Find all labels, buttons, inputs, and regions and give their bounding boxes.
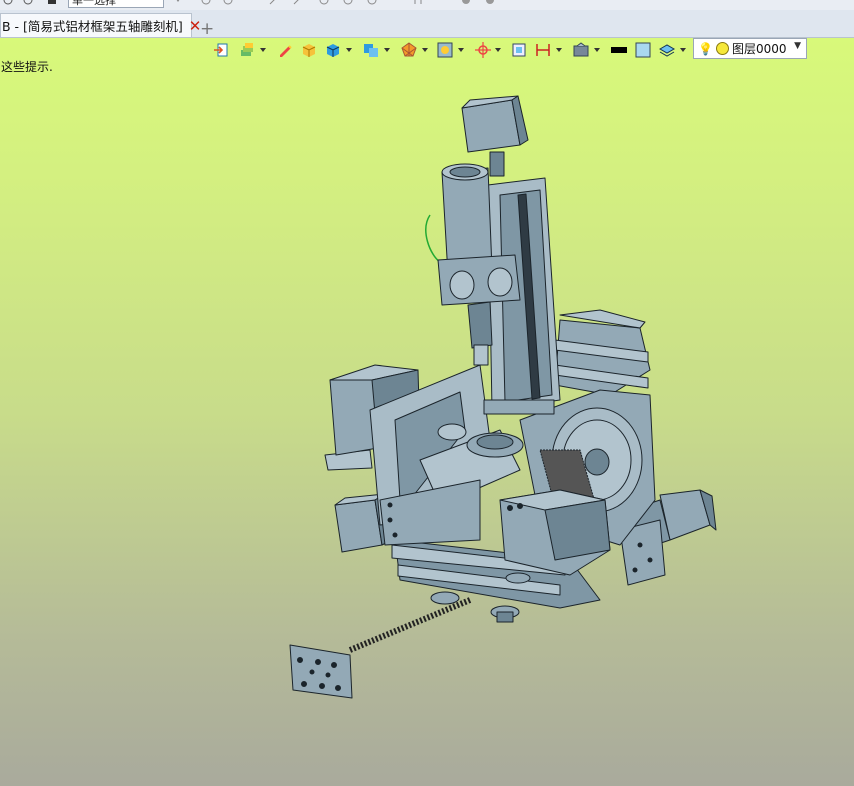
lead-screw [348,597,472,653]
z-stepper [461,99,521,153]
left-stepper [334,499,383,553]
end-plate [289,644,353,699]
cnc-machine-model[interactable] [0,0,854,786]
